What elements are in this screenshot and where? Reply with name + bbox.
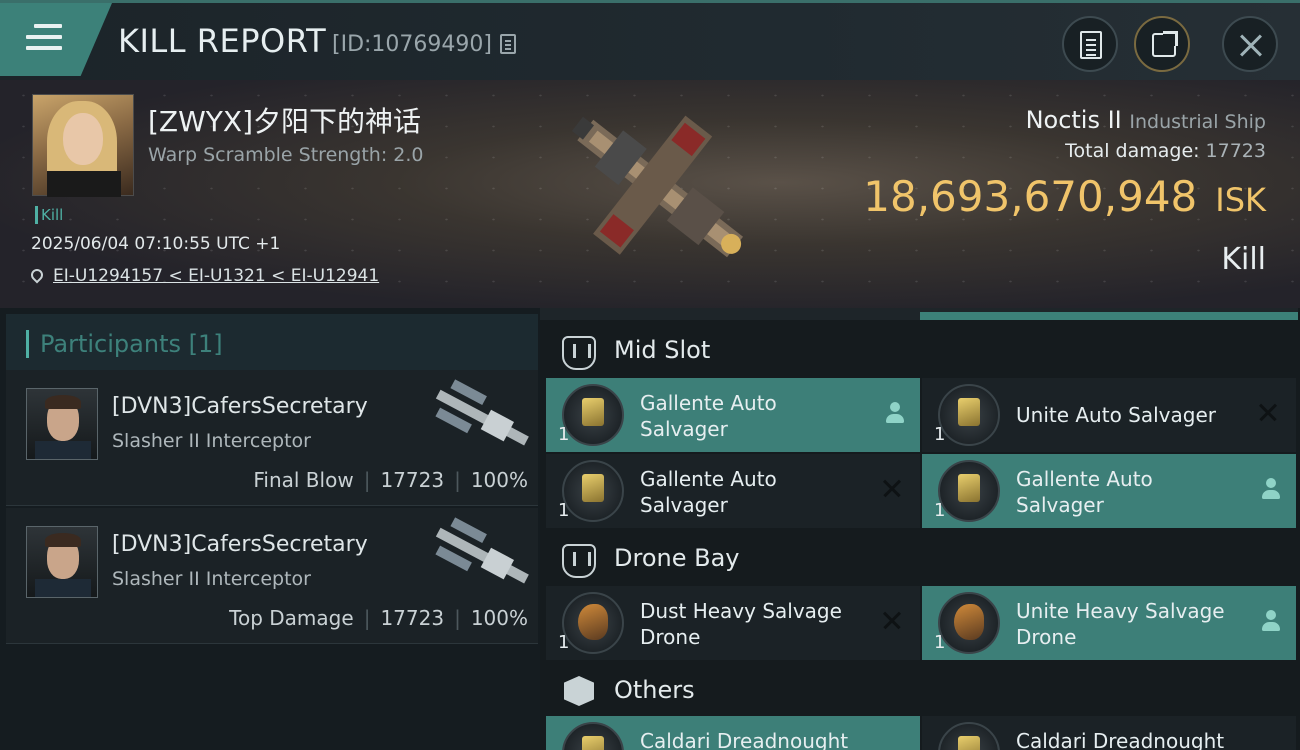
copy-icon[interactable]: [500, 34, 516, 54]
participants-label: Participants [1]: [40, 330, 223, 358]
participants-panel: Participants [1] [DVN3]CafersSecretary S…: [0, 308, 540, 750]
dropped-person-icon: [1262, 478, 1280, 500]
participant-damage: 17723: [380, 468, 445, 492]
ship-name[interactable]: Noctis II: [1026, 106, 1122, 134]
participant-stats: Top Damage | 17723 | 100%: [229, 606, 528, 630]
isk-unit: ISK: [1215, 181, 1266, 219]
destroyed-x-icon: [880, 476, 904, 500]
participant-ship-image: [435, 517, 529, 584]
participants-count: [1]: [188, 330, 223, 358]
item-qty: 1: [934, 424, 946, 445]
destroyed-x-icon: [1256, 400, 1280, 424]
participant-percent: 100%: [470, 606, 528, 630]
dropped-person-icon: [886, 402, 904, 424]
item-card[interactable]: 1 Gallente Auto Salvager: [546, 378, 920, 452]
kill-timestamp: 2025/06/04 07:10:55 UTC +1: [31, 234, 281, 254]
report-id: [ID:10769490]: [332, 32, 492, 57]
item-name: Caldari Dreadnought: [640, 729, 849, 750]
item-name: Gallente Auto Salvager: [640, 391, 777, 441]
item-name: Gallente Auto Salvager: [640, 467, 777, 517]
kill-header: [ZWYX]夕阳下的神话 Warp Scramble Strength: 2.0…: [0, 80, 1300, 308]
item-qty: 1: [934, 632, 946, 653]
item-card[interactable]: Caldari Dreadnought: [922, 716, 1296, 750]
participant-role: Top Damage: [229, 606, 354, 630]
warp-scramble-strength: Warp Scramble Strength: 2.0: [148, 144, 424, 166]
item-card[interactable]: Caldari Dreadnought: [546, 716, 920, 750]
item-icon: [562, 722, 624, 750]
item-qty: 1: [934, 500, 946, 521]
salvager-icon: [562, 460, 624, 522]
ship-name-line: Noctis II Industrial Ship: [1026, 106, 1266, 134]
item-name: Dust Heavy Salvage Drone: [640, 599, 842, 649]
participant-name: [DVN3]CafersSecretary: [112, 532, 368, 557]
kill-type: Kill: [1221, 242, 1266, 277]
total-damage-label: Total damage:: [1065, 140, 1200, 162]
section-others: Others: [546, 662, 1298, 720]
share-button[interactable]: [1134, 16, 1190, 72]
page-title: KILL REPORT: [118, 22, 327, 60]
participant-avatar[interactable]: [26, 526, 98, 598]
participant-row[interactable]: [DVN3]CafersSecretary Slasher II Interce…: [6, 508, 538, 644]
participant-role: Final Blow: [253, 468, 354, 492]
item-name: Unite Auto Salvager: [1016, 403, 1216, 427]
destroyed-x-icon: [880, 608, 904, 632]
participant-damage: 17723: [380, 606, 445, 630]
participant-name: [DVN3]CafersSecretary: [112, 394, 368, 419]
salvage-drone-icon: [562, 592, 624, 654]
share-icon: [1152, 31, 1178, 57]
victim-name[interactable]: [ZWYX]夕阳下的神话: [148, 100, 421, 140]
item-name: Unite Heavy Salvage Drone: [1016, 599, 1225, 649]
item-qty: 1: [558, 424, 570, 445]
section-label: Drone Bay: [614, 544, 740, 572]
clipboard-button[interactable]: [1062, 16, 1118, 72]
item-qty: 1: [558, 632, 570, 653]
participant-avatar[interactable]: [26, 388, 98, 460]
item-card[interactable]: 1 Dust Heavy Salvage Drone: [546, 586, 920, 660]
section-mid-slot: Mid Slot: [546, 322, 1298, 380]
item-name: Gallente Auto Salvager: [1016, 467, 1153, 517]
clipboard-icon: [1080, 31, 1102, 59]
top-bar: KILL REPORT [ID:10769490]: [0, 0, 1300, 80]
drone-bay-icon: [562, 544, 596, 578]
isk-value-line: 18,693,670,948 ISK: [863, 172, 1266, 221]
salvage-drone-icon: [938, 592, 1000, 654]
participant-row[interactable]: [DVN3]CafersSecretary Slasher II Interce…: [6, 370, 538, 506]
kill-tag: Kill: [35, 206, 63, 224]
dropped-person-icon: [1262, 610, 1280, 632]
participant-ship: Slasher II Interceptor: [112, 430, 311, 452]
total-damage-value: 17723: [1205, 140, 1266, 162]
victim-ship-image: [571, 115, 744, 258]
cargo-box-icon: [564, 676, 594, 706]
item-qty: 1: [558, 500, 570, 521]
ship-class: Industrial Ship: [1129, 111, 1266, 133]
item-card[interactable]: 1 Unite Auto Salvager: [922, 378, 1296, 452]
victim-portrait[interactable]: [32, 94, 134, 197]
participants-header[interactable]: Participants [1]: [6, 314, 538, 374]
participant-ship-image: [435, 379, 529, 446]
section-label: Mid Slot: [614, 336, 711, 364]
participant-percent: 100%: [470, 468, 528, 492]
item-name: Caldari Dreadnought: [1016, 729, 1225, 750]
isk-value: 18,693,670,948: [863, 172, 1198, 221]
location-text[interactable]: EI-U1294157 < EI-U1321 < EI-U12941: [53, 266, 379, 286]
salvager-icon: [938, 384, 1000, 446]
mid-slot-icon: [562, 336, 596, 370]
location-link[interactable]: EI-U1294157 < EI-U1321 < EI-U12941: [28, 266, 379, 286]
participant-stats: Final Blow | 17723 | 100%: [253, 468, 528, 492]
salvager-icon: [562, 384, 624, 446]
item-card[interactable]: 1 Unite Heavy Salvage Drone: [922, 586, 1296, 660]
close-button[interactable]: [1222, 16, 1278, 72]
salvager-icon: [938, 460, 1000, 522]
item-card[interactable]: 1 Gallente Auto Salvager: [546, 454, 920, 528]
items-panel: Mid Slot 1 Gallente Auto Salvager 1 Unit…: [540, 308, 1300, 750]
section-drone-bay: Drone Bay: [546, 530, 1298, 588]
total-damage: Total damage: 17723: [1065, 140, 1266, 162]
section-label: Others: [614, 676, 695, 704]
participant-ship: Slasher II Interceptor: [112, 568, 311, 590]
item-card[interactable]: 1 Gallente Auto Salvager: [922, 454, 1296, 528]
location-pin-icon: [28, 266, 46, 284]
menu-icon[interactable]: [26, 24, 62, 52]
item-icon: [938, 722, 1000, 750]
